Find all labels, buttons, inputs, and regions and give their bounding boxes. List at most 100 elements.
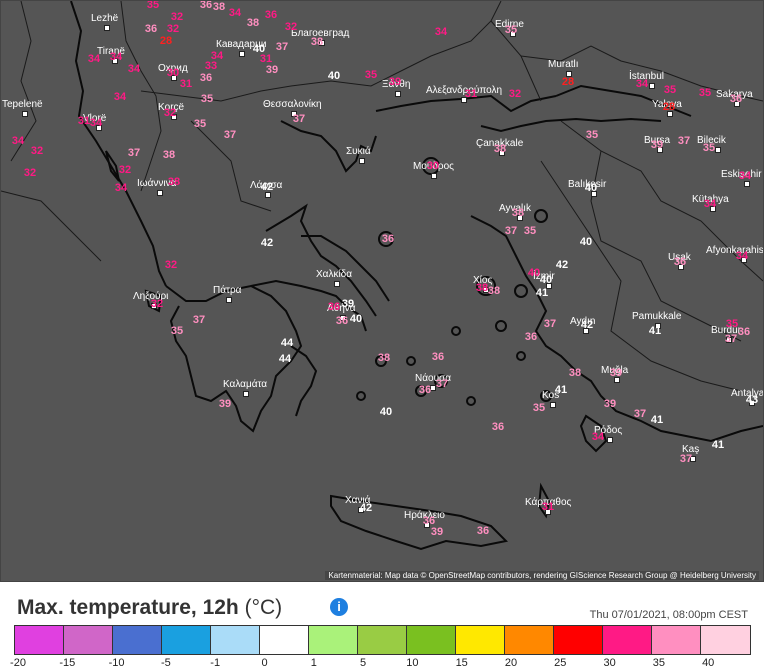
scale-swatch bbox=[358, 626, 407, 654]
temperature-value: 36 bbox=[144, 23, 158, 35]
temperature-value: 38 bbox=[212, 1, 226, 13]
temperature-value: 35 bbox=[702, 142, 716, 154]
temperature-value: 36 bbox=[524, 331, 538, 343]
scale-tick-label: -5 bbox=[161, 657, 171, 669]
temperature-value: 34 bbox=[87, 53, 101, 65]
temperature-value: 40 bbox=[539, 274, 553, 286]
temperature-value: 30 bbox=[426, 160, 440, 172]
scale-tick-label: 20 bbox=[504, 657, 518, 669]
scale-swatch bbox=[162, 626, 211, 654]
city-marker bbox=[238, 51, 245, 57]
temperature-value: 36 bbox=[418, 384, 432, 396]
temperature-value: 35 bbox=[523, 225, 537, 237]
temperature-value: 35 bbox=[663, 84, 677, 96]
city-marker bbox=[225, 297, 232, 303]
temperature-value: 39 bbox=[430, 526, 444, 538]
map-attribution: Kartenmaterial: Map data © OpenStreetMap… bbox=[325, 571, 759, 580]
city-marker bbox=[714, 147, 721, 153]
temperature-value: 38 bbox=[377, 352, 391, 364]
temperature-value: 43 bbox=[745, 394, 759, 406]
temperature-value: 42 bbox=[580, 319, 594, 331]
temperature-value: 31 bbox=[541, 501, 555, 513]
place-label: Συκιά bbox=[346, 146, 371, 157]
color-scale bbox=[14, 625, 751, 655]
scale-tick-label: 25 bbox=[554, 657, 567, 669]
temperature-value: 36 bbox=[737, 326, 751, 338]
temperature-value: 37 bbox=[223, 129, 237, 141]
city-marker bbox=[157, 190, 163, 196]
place-label: Πάτρα bbox=[213, 285, 242, 296]
temperature-value: 39 bbox=[265, 64, 279, 76]
temperature-value: 37 bbox=[275, 41, 289, 53]
city-marker bbox=[430, 173, 437, 179]
temperature-value: 44 bbox=[278, 353, 292, 365]
temperature-value: 39 bbox=[603, 398, 617, 410]
temperature-value: 32 bbox=[30, 145, 44, 157]
place-label: Καλαμάτα bbox=[223, 379, 268, 390]
temperature-value: 38 bbox=[511, 207, 525, 219]
temperature-value: 34 bbox=[635, 78, 649, 90]
temperature-value: 40 bbox=[327, 70, 341, 82]
temperature-value: 31 bbox=[464, 88, 478, 100]
scale-swatch bbox=[113, 626, 162, 654]
city-marker bbox=[103, 25, 110, 31]
scale-tick-label: 10 bbox=[406, 657, 419, 669]
scale-swatch bbox=[260, 626, 309, 654]
weather-map[interactable]: Lezhë Tiranë Охрид Кавадарци Благоевград Edir… bbox=[0, 0, 764, 582]
scale-tick-label: 5 bbox=[360, 657, 367, 669]
place-label: Lezhë bbox=[91, 13, 119, 24]
scale-tick-label: 35 bbox=[652, 657, 666, 669]
temperature-value: 32 bbox=[508, 88, 522, 100]
temperature-value: 36 bbox=[264, 9, 278, 21]
scale-tick-label: 0 bbox=[261, 657, 268, 669]
scale-tick-label: 40 bbox=[702, 657, 715, 669]
temperature-value: 41 bbox=[648, 325, 662, 337]
place-label: Pamukkale bbox=[632, 311, 682, 322]
scale-tick-label: -1 bbox=[210, 657, 221, 669]
temperature-value: 36 bbox=[335, 315, 349, 327]
scale-tick-label: 30 bbox=[603, 657, 616, 669]
temperature-value: 35 bbox=[504, 24, 518, 36]
temperature-value: 37 bbox=[127, 147, 141, 159]
temperature-value: 39 bbox=[609, 367, 623, 379]
temperature-value: 41 bbox=[554, 384, 568, 396]
temperature-value: 38 bbox=[487, 285, 501, 297]
temperature-value: 35 bbox=[698, 87, 712, 99]
scale-tick-label: 1 bbox=[310, 657, 317, 669]
info-icon[interactable]: i bbox=[330, 598, 348, 616]
temperature-value: 34 bbox=[114, 182, 128, 194]
temperature-value: 37 bbox=[543, 318, 557, 330]
temperature-value: 34 bbox=[228, 7, 242, 19]
temperature-value: 37 bbox=[292, 113, 306, 125]
temperature-value: 37 bbox=[435, 378, 449, 390]
city-marker bbox=[333, 281, 340, 287]
temperature-value: 40 bbox=[527, 267, 541, 279]
temperature-value: 35 bbox=[170, 325, 184, 337]
city-marker bbox=[22, 111, 28, 117]
temperature-value: 40 bbox=[579, 236, 593, 248]
temperature-value: 39 bbox=[341, 298, 355, 310]
temperature-value: 38 bbox=[246, 17, 260, 29]
temperature-value: 30 bbox=[166, 67, 180, 79]
temperature-value: 38 bbox=[475, 282, 489, 294]
title-text: Max. temperature, 12h bbox=[17, 596, 239, 619]
place-label: Θεσσαλονίκη bbox=[263, 99, 322, 110]
temperature-value: 36 bbox=[199, 72, 213, 84]
temperature-value: 37 bbox=[192, 314, 206, 326]
temperature-value: 40 bbox=[349, 313, 363, 325]
temperature-value: 37 bbox=[633, 408, 647, 420]
city-marker bbox=[358, 158, 365, 164]
temperature-value: 36 bbox=[327, 301, 341, 313]
temperature-value: 36 bbox=[199, 0, 213, 11]
temperature-value: 34 bbox=[11, 135, 25, 147]
temperature-value: 42 bbox=[260, 237, 274, 249]
scale-swatch bbox=[211, 626, 260, 654]
temperature-value: 32 bbox=[170, 11, 184, 23]
temperature-value: 34 bbox=[127, 63, 141, 75]
city-marker bbox=[606, 437, 613, 443]
city-marker bbox=[394, 91, 401, 97]
temperature-value: 31 bbox=[179, 78, 193, 90]
temperature-value: 41 bbox=[535, 287, 549, 299]
city-marker bbox=[649, 83, 655, 89]
temperature-value: 41 bbox=[711, 439, 725, 451]
